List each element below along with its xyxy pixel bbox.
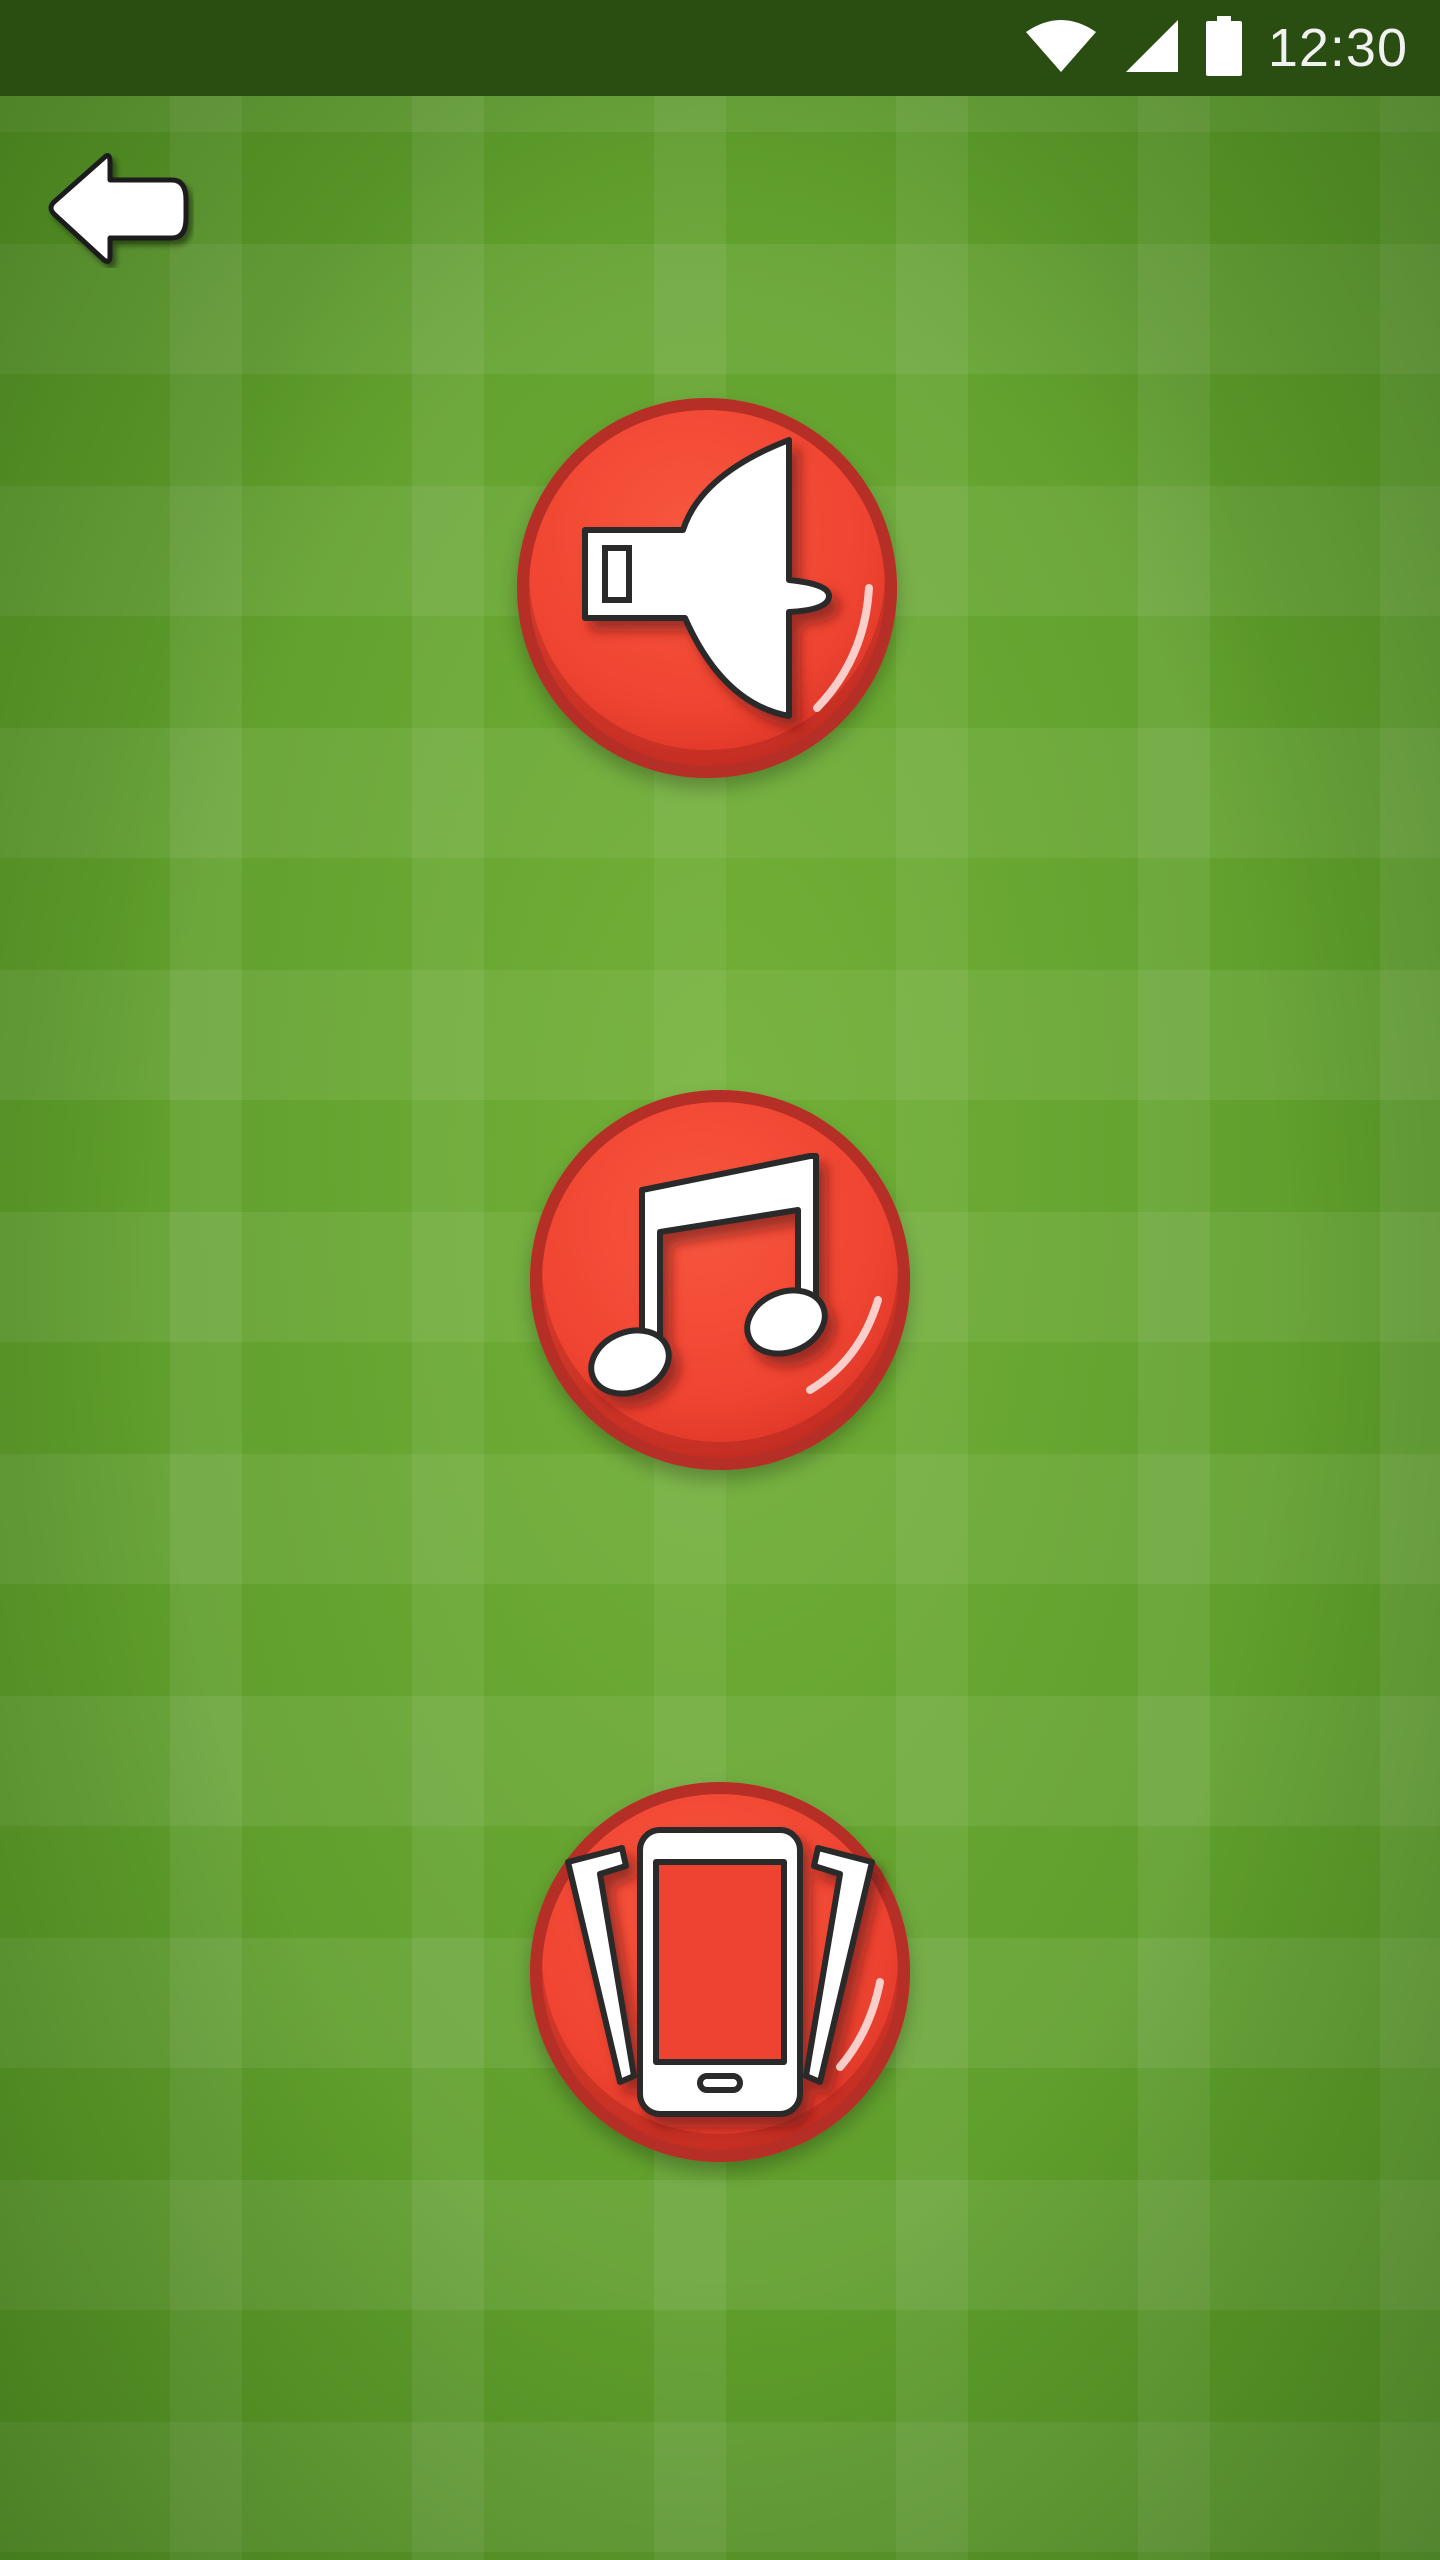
back-arrow-icon <box>48 153 189 264</box>
settings-screen: 12:30 <box>0 0 1440 2560</box>
music-note-icon <box>588 1153 828 1397</box>
whistle-icon <box>582 437 832 719</box>
wifi-icon <box>1024 18 1098 79</box>
status-time: 12:30 <box>1267 18 1408 78</box>
status-icons: 12:30 <box>1024 0 1408 96</box>
music-toggle-button[interactable] <box>530 1090 910 1470</box>
back-button[interactable] <box>44 150 194 268</box>
vibration-toggle-button[interactable] <box>530 1782 910 2162</box>
sound-toggle-button[interactable] <box>517 398 897 778</box>
battery-icon <box>1205 15 1242 81</box>
cell-signal-icon <box>1124 18 1180 79</box>
status-bar: 12:30 <box>0 0 1440 96</box>
vibrate-phone-icon <box>565 1827 875 2117</box>
